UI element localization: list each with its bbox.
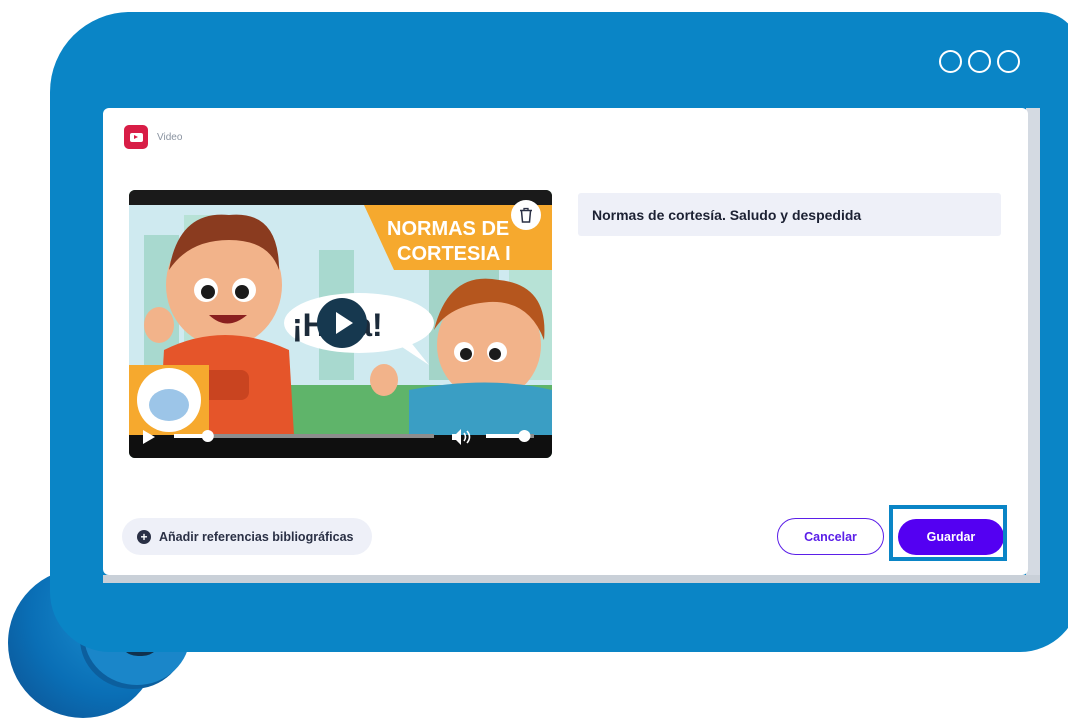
window-dot-icon xyxy=(939,50,962,73)
modal-header: Video xyxy=(124,125,182,149)
window-dot-icon xyxy=(968,50,991,73)
play-icon[interactable] xyxy=(317,298,367,348)
add-references-button[interactable]: + Añadir referencias bibliográficas xyxy=(122,518,372,555)
background-content xyxy=(1030,290,1040,520)
video-title-value: Normas de cortesía. Saludo y despedida xyxy=(592,207,862,223)
header-label: Video xyxy=(157,131,183,143)
highlight-frame xyxy=(889,505,1007,561)
trash-icon xyxy=(520,207,532,223)
cancel-label: Cancelar xyxy=(804,529,857,544)
youtube-icon xyxy=(124,125,148,149)
add-references-label: Añadir referencias bibliográficas xyxy=(159,529,354,544)
volume-icon[interactable] xyxy=(451,428,473,446)
thumbnail-title-line: NORMAS DE xyxy=(387,218,509,240)
modal-shadow xyxy=(103,575,1040,583)
delete-video-button[interactable] xyxy=(511,200,541,230)
cancel-button[interactable]: Cancelar xyxy=(777,518,884,555)
play-small-icon[interactable] xyxy=(141,429,157,445)
window-controls xyxy=(939,50,1020,73)
thumbnail-title-line: CORTESIA I xyxy=(397,243,511,265)
video-title-field[interactable]: Normas de cortesía. Saludo y despedida xyxy=(578,193,1001,236)
window-dot-icon xyxy=(997,50,1020,73)
plus-icon: + xyxy=(137,529,151,544)
